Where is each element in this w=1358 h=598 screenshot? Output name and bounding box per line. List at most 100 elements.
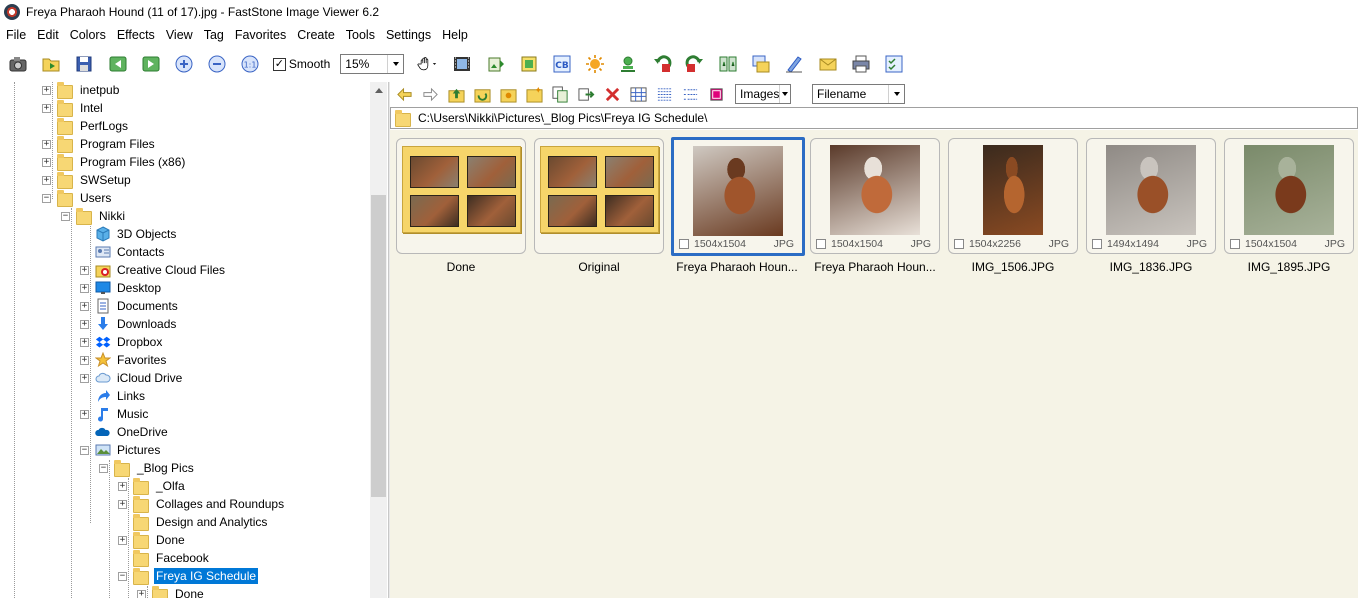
expand-icon[interactable]: + bbox=[42, 103, 51, 113]
thumbnail-filename[interactable]: IMG_1506.JPG bbox=[944, 260, 1082, 274]
tree-item[interactable]: Contacts bbox=[80, 243, 166, 261]
favorite-folder-icon[interactable] bbox=[499, 85, 517, 103]
save-icon[interactable] bbox=[73, 53, 95, 75]
image-thumbnail[interactable]: 1504x1504 JPG bbox=[810, 138, 940, 254]
expand-icon[interactable]: + bbox=[42, 175, 51, 185]
collapse-icon[interactable]: − bbox=[42, 193, 51, 203]
thumbnail-view-icon[interactable] bbox=[629, 85, 647, 103]
resize-icon[interactable]: CB bbox=[551, 53, 573, 75]
expand-icon[interactable]: + bbox=[80, 409, 89, 419]
collapse-icon[interactable]: − bbox=[61, 211, 70, 221]
tree-item-label[interactable]: Favorites bbox=[115, 352, 168, 368]
expand-icon[interactable]: + bbox=[118, 481, 127, 491]
image-thumbnail[interactable]: 1504x1504 JPG bbox=[1224, 138, 1354, 254]
filter-select[interactable]: Images bbox=[735, 84, 791, 104]
expand-icon[interactable]: + bbox=[42, 85, 51, 95]
tree-item[interactable]: Design and Analytics bbox=[118, 513, 269, 531]
tree-item-label[interactable]: Music bbox=[115, 406, 150, 422]
thumbnail-filename[interactable]: IMG_1836.JPG bbox=[1082, 260, 1220, 274]
tree-item[interactable]: + Favorites bbox=[80, 351, 168, 369]
copy-to-icon[interactable] bbox=[551, 85, 569, 103]
tree-item[interactable]: + Downloads bbox=[80, 315, 178, 333]
image-export-icon[interactable] bbox=[485, 53, 507, 75]
tree-item-label[interactable]: Users bbox=[78, 190, 113, 206]
tree-item[interactable]: + Desktop bbox=[80, 279, 163, 297]
tree-scrollbar[interactable] bbox=[370, 82, 387, 598]
tree-item-label[interactable]: iCloud Drive bbox=[115, 370, 184, 386]
tree-item-label[interactable]: Downloads bbox=[115, 316, 178, 332]
tree-item[interactable]: + Documents bbox=[80, 297, 180, 315]
tree-item-label[interactable]: Facebook bbox=[154, 550, 211, 566]
delete-icon[interactable] bbox=[603, 85, 621, 103]
tree-item-label[interactable]: Desktop bbox=[115, 280, 163, 296]
expand-icon[interactable]: + bbox=[42, 139, 51, 149]
collapse-icon[interactable]: − bbox=[80, 445, 89, 455]
rotate-left-icon[interactable] bbox=[651, 53, 673, 75]
tree-item[interactable]: PerfLogs bbox=[42, 117, 130, 135]
select-checkbox[interactable] bbox=[954, 239, 964, 249]
scroll-up-arrow-icon[interactable] bbox=[370, 82, 387, 99]
smooth-checkbox[interactable]: ✓ bbox=[272, 57, 286, 71]
actual-size-icon[interactable]: 1:1 bbox=[239, 53, 261, 75]
path-bar[interactable]: C:\Users\Nikki\Pictures\_Blog Pics\Freya… bbox=[390, 107, 1358, 129]
menu-tag[interactable]: Tag bbox=[198, 24, 229, 46]
tree-item[interactable]: + SWSetup bbox=[42, 171, 133, 189]
tree-item[interactable]: OneDrive bbox=[80, 423, 170, 441]
expand-icon[interactable]: + bbox=[118, 499, 127, 509]
thumbnail-filename[interactable]: Done bbox=[392, 260, 530, 274]
expand-icon[interactable]: + bbox=[80, 355, 89, 365]
refresh-folder-icon[interactable] bbox=[473, 85, 491, 103]
sort-select[interactable]: Filename bbox=[812, 84, 905, 104]
folder-thumbnail[interactable] bbox=[396, 138, 526, 254]
details-view-icon[interactable] bbox=[655, 85, 673, 103]
expand-icon[interactable]: + bbox=[80, 319, 89, 329]
tree-item[interactable]: + inetpub bbox=[42, 82, 121, 99]
color-tag-icon[interactable] bbox=[707, 85, 725, 103]
slideshow-icon[interactable] bbox=[750, 53, 772, 75]
tree-item-label[interactable]: Documents bbox=[115, 298, 180, 314]
current-path[interactable]: C:\Users\Nikki\Pictures\_Blog Pics\Freya… bbox=[418, 111, 707, 125]
back-arrow-icon[interactable] bbox=[395, 85, 413, 103]
menu-view[interactable]: View bbox=[160, 24, 198, 46]
tree-item-label[interactable]: 3D Objects bbox=[115, 226, 178, 242]
expand-icon[interactable]: + bbox=[42, 157, 51, 167]
expand-icon[interactable]: + bbox=[118, 535, 127, 545]
collapse-icon[interactable]: − bbox=[99, 463, 108, 473]
tree-item[interactable]: − _Blog Pics bbox=[99, 459, 196, 477]
hand-tool-icon[interactable] bbox=[414, 53, 440, 75]
image-thumbnail[interactable]: 1504x2256 JPG bbox=[948, 138, 1078, 254]
stamp-icon[interactable] bbox=[617, 53, 639, 75]
expand-icon[interactable]: + bbox=[80, 373, 89, 383]
tree-item-label[interactable]: Contacts bbox=[115, 244, 166, 260]
list-view-icon[interactable] bbox=[681, 85, 699, 103]
tree-item-label[interactable]: SWSetup bbox=[78, 172, 133, 188]
thumbnail-filename[interactable]: Original bbox=[530, 260, 668, 274]
forward-arrow-icon[interactable] bbox=[421, 85, 439, 103]
select-checkbox[interactable] bbox=[1230, 239, 1240, 249]
select-checkbox[interactable] bbox=[1092, 239, 1102, 249]
rotate-right-icon[interactable] bbox=[684, 53, 706, 75]
camera-icon[interactable] bbox=[7, 53, 29, 75]
move-to-icon[interactable] bbox=[577, 85, 595, 103]
zoom-in-icon[interactable] bbox=[173, 53, 195, 75]
new-folder-icon[interactable] bbox=[525, 85, 543, 103]
tree-item-label[interactable]: Collages and Roundups bbox=[154, 496, 286, 512]
next-image-icon[interactable] bbox=[140, 53, 162, 75]
thumbnail-filename[interactable]: Freya Pharaoh Houn... bbox=[668, 260, 806, 274]
smooth-toggle[interactable]: ✓ Smooth bbox=[272, 57, 330, 71]
previous-image-icon[interactable] bbox=[107, 53, 129, 75]
tree-item-label[interactable]: Nikki bbox=[97, 208, 127, 224]
tree-item-label[interactable]: Done bbox=[154, 532, 187, 548]
tree-item-label[interactable]: _Blog Pics bbox=[135, 460, 196, 476]
tree-item-label[interactable]: Dropbox bbox=[115, 334, 164, 350]
expand-icon[interactable]: + bbox=[80, 301, 89, 311]
tree-item[interactable]: 3D Objects bbox=[80, 225, 178, 243]
menu-tools[interactable]: Tools bbox=[340, 24, 380, 46]
tree-item-label[interactable]: Done bbox=[173, 586, 206, 598]
folder-thumbnail[interactable] bbox=[534, 138, 664, 254]
tree-item[interactable]: + iCloud Drive bbox=[80, 369, 184, 387]
compare-icon[interactable] bbox=[717, 53, 739, 75]
tree-item-label[interactable]: Program Files (x86) bbox=[78, 154, 187, 170]
thumbnail-grid[interactable]: Done Original 1504x1504 JPG Freya Pharaoh Ho… bbox=[390, 130, 1358, 598]
expand-icon[interactable]: + bbox=[137, 589, 146, 598]
